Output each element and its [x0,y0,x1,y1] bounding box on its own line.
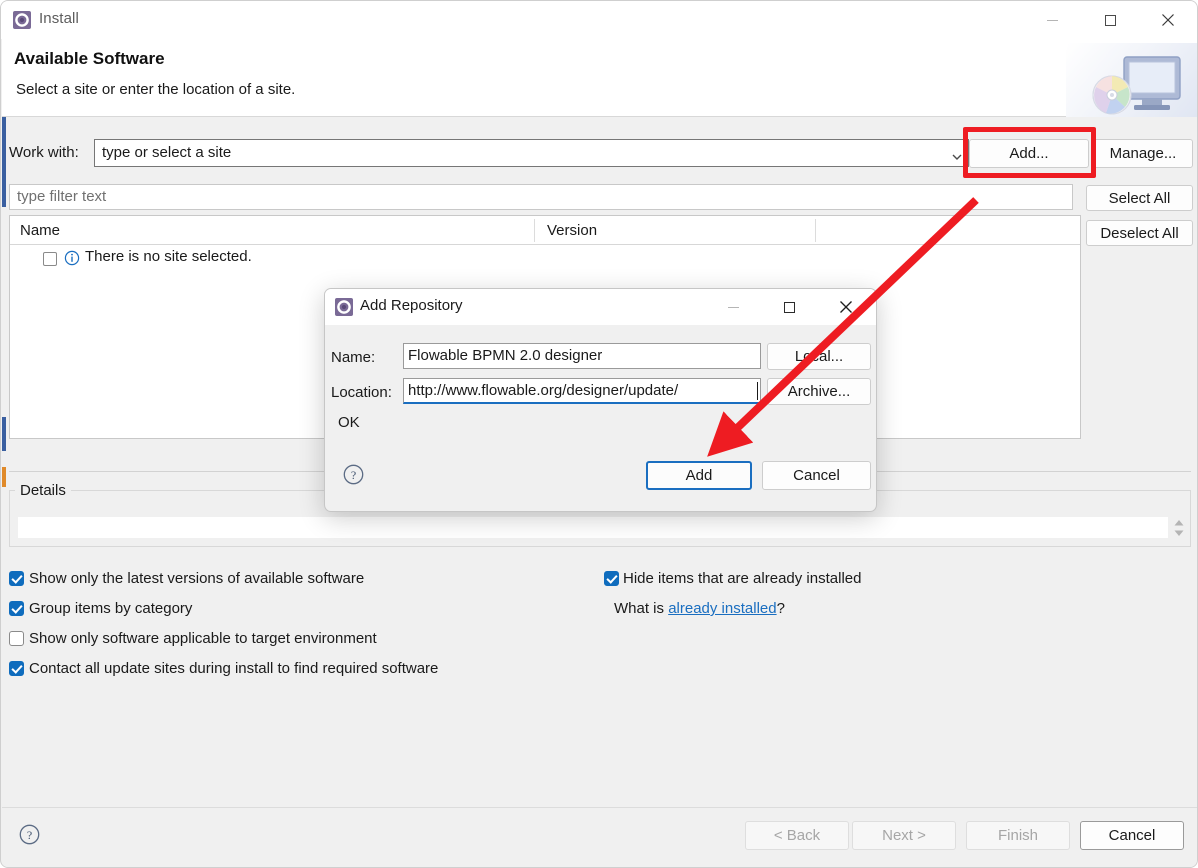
label-hide-installed-items: Hide items that are already installed [623,570,862,587]
next-button[interactable]: Next > [852,821,956,850]
window-title: Install [39,10,79,27]
dialog-minimize-icon[interactable] [713,289,753,325]
help-icon[interactable]: ? [19,824,40,845]
work-with-label: Work with: [9,144,79,161]
repository-name-value: Flowable BPMN 2.0 designer [408,347,603,364]
gear-icon [335,298,353,316]
window-left-edge [2,117,6,847]
repository-location-value: http://www.flowable.org/designer/update/ [408,382,679,399]
checkbox-applicable-target-environment[interactable] [9,631,24,646]
select-all-button[interactable]: Select All [1086,185,1193,211]
details-legend: Details [15,482,71,499]
what-is-suffix: ? [776,600,785,617]
row-label: There is no site selected. [85,248,252,265]
dialog-name-label: Name: [331,349,376,366]
filter-placeholder: type filter text [17,188,107,205]
window-titlebar: Install [1,1,1197,39]
work-with-combo[interactable]: type or select a site [94,139,969,167]
dialog-cancel-button[interactable]: Cancel [762,461,871,490]
cancel-button[interactable]: Cancel [1080,821,1184,850]
spinner-up-down-icon[interactable] [1173,518,1185,538]
dialog-location-label: Location: [331,384,392,401]
close-icon[interactable] [1145,1,1191,39]
chevron-down-icon[interactable] [952,149,962,160]
details-field [18,517,1168,538]
minimize-icon[interactable] [1029,1,1075,39]
dialog-maximize-icon[interactable] [769,289,809,325]
add-repository-dialog: Add Repository Name: Flowable BPMN 2.0 d… [324,288,877,512]
dialog-status-text: OK [338,414,360,431]
page-title: Available Software [14,49,165,68]
filter-input[interactable]: type filter text [9,184,1073,210]
repository-location-input[interactable]: http://www.flowable.org/designer/update/ [403,378,761,404]
text-caret [757,382,758,400]
info-icon [64,250,80,266]
label-group-by-category: Group items by category [29,600,193,617]
already-installed-link[interactable]: already installed [668,600,776,617]
svg-text:?: ? [351,468,356,482]
gear-icon [13,11,31,29]
column-header-version[interactable]: Version [547,222,597,239]
dialog-add-button[interactable]: Add [646,461,752,490]
monitor-cd-icon [1066,39,1197,117]
checkbox-contact-all-update-sites[interactable] [9,661,24,676]
checkbox-show-latest-versions[interactable] [9,571,24,586]
dialog-close-icon[interactable] [826,289,866,325]
work-with-value: type or select a site [102,144,232,161]
back-button[interactable]: < Back [745,821,849,850]
install-wizard-window: Install Available Software Select a site… [0,0,1198,868]
checkbox-group-by-category[interactable] [9,601,24,616]
local-button[interactable]: Local... [767,343,871,370]
what-is-already-installed: What is already installed? [614,600,785,617]
maximize-icon[interactable] [1087,1,1133,39]
page-subtitle: Select a site or enter the location of a… [16,81,296,98]
manage-button[interactable]: Manage... [1093,139,1193,168]
label-contact-all-update-sites: Contact all update sites during install … [29,660,439,677]
deselect-all-button[interactable]: Deselect All [1086,220,1193,246]
table-header: Name Version [10,216,1080,245]
label-applicable-target-environment: Show only software applicable to target … [29,630,377,647]
label-show-latest-versions: Show only the latest versions of availab… [29,570,365,587]
finish-button[interactable]: Finish [966,821,1070,850]
dialog-help-icon[interactable]: ? [343,464,364,485]
dialog-title: Add Repository [360,297,463,314]
wizard-header: Available Software Select a site or ente… [2,39,1197,117]
dialog-titlebar: Add Repository [325,289,876,325]
what-is-prefix: What is [614,600,669,617]
table-row[interactable]: There is no site selected. [10,245,1080,273]
add-button[interactable]: Add... [969,139,1089,168]
checkbox-hide-installed-items[interactable] [604,571,619,586]
archive-button[interactable]: Archive... [767,378,871,405]
row-checkbox[interactable] [43,252,57,266]
svg-text:?: ? [27,828,32,842]
repository-name-input[interactable]: Flowable BPMN 2.0 designer [403,343,761,369]
column-header-name[interactable]: Name [20,222,60,239]
